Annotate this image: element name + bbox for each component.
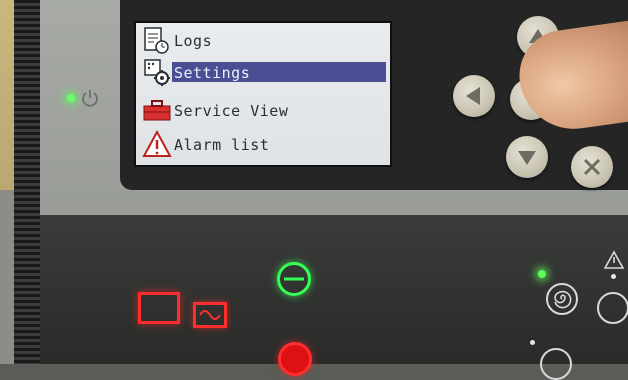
breaker-open-button[interactable] bbox=[278, 342, 312, 376]
status-led bbox=[538, 270, 546, 278]
lcd-screen: Logs Settings Service View Alarm list bbox=[134, 21, 392, 167]
ventilation-rail bbox=[14, 0, 40, 364]
indicator-dot bbox=[611, 274, 616, 279]
ac-indicator bbox=[193, 302, 227, 328]
close-icon bbox=[583, 158, 601, 176]
breaker-icon bbox=[284, 277, 304, 281]
indicator-dot bbox=[530, 340, 535, 345]
left-button[interactable] bbox=[453, 75, 495, 117]
lower-control-panel bbox=[40, 215, 628, 364]
menu-item-label: Service View bbox=[174, 102, 289, 120]
toolbox-icon bbox=[143, 100, 171, 121]
warning-icon bbox=[604, 250, 624, 269]
menu-item-settings[interactable]: Settings bbox=[136, 57, 390, 87]
manual-mode-button[interactable] bbox=[597, 292, 628, 324]
power-icon bbox=[82, 90, 98, 107]
logs-icon bbox=[144, 27, 169, 54]
sine-wave-icon bbox=[199, 310, 221, 320]
cancel-button[interactable] bbox=[571, 146, 613, 188]
menu-item-logs[interactable]: Logs bbox=[136, 25, 390, 55]
down-arrow-icon bbox=[518, 151, 536, 165]
menu-item-label: Settings bbox=[174, 64, 251, 82]
mode-button[interactable] bbox=[540, 348, 572, 380]
power-led bbox=[67, 94, 75, 102]
menu-item-label: Logs bbox=[174, 32, 213, 50]
auto-mode-button[interactable] bbox=[546, 283, 578, 315]
down-button[interactable] bbox=[506, 136, 548, 178]
generator-indicator bbox=[138, 292, 180, 324]
spiral-icon bbox=[554, 290, 572, 309]
settings-icon bbox=[144, 59, 170, 86]
menu-item-label: Alarm list bbox=[174, 136, 270, 154]
warning-icon bbox=[142, 129, 172, 157]
left-arrow-icon bbox=[466, 87, 480, 105]
menu-item-service-view[interactable]: Service View bbox=[136, 95, 390, 125]
breaker-closed-button[interactable] bbox=[277, 262, 311, 296]
menu-item-alarm-list[interactable]: Alarm list bbox=[136, 129, 390, 159]
